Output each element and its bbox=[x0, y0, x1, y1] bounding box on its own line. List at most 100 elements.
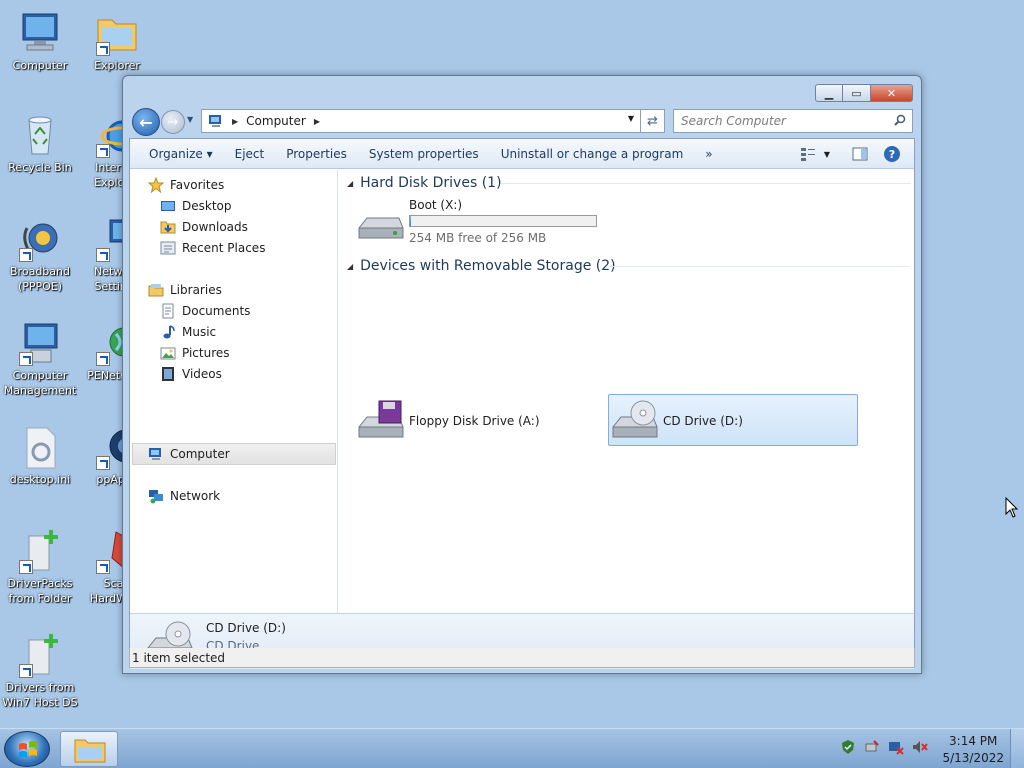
details-name: CD Drive (D:) bbox=[206, 621, 286, 635]
group-divider bbox=[501, 183, 911, 184]
drive-cd[interactable]: CD Drive (D:) bbox=[609, 399, 743, 443]
organize-button[interactable]: Organize ▾ bbox=[138, 147, 224, 161]
command-bar: Organize ▾ Eject Properties System prope… bbox=[130, 139, 914, 169]
driverpacks-icon bbox=[17, 528, 63, 574]
collapse-triangle-icon[interactable]: ◢ bbox=[347, 262, 353, 271]
cd-drive-icon bbox=[609, 399, 659, 443]
desktop-icon-label: desktop.ini bbox=[9, 473, 71, 486]
help-button[interactable]: ? bbox=[884, 146, 900, 162]
back-button[interactable]: ← bbox=[132, 108, 160, 136]
search-input[interactable]: Search Computer bbox=[673, 109, 913, 133]
nav-label: Network bbox=[170, 489, 221, 503]
nav-item-network[interactable]: Network bbox=[148, 486, 220, 506]
desktop-icon-drivers-win7[interactable]: Drivers from Win7 Host DS bbox=[0, 632, 80, 710]
computer-management-icon bbox=[17, 320, 63, 366]
folder-icon bbox=[94, 10, 140, 56]
uninstall-program-button[interactable]: Uninstall or change a program bbox=[490, 147, 695, 161]
drive-boot[interactable]: Boot (X:) 254 MB free of 256 MB bbox=[355, 198, 597, 245]
desktop-icon-label: Computer bbox=[12, 59, 68, 72]
drive-name: CD Drive (D:) bbox=[663, 414, 743, 428]
desktop-icon-desktop-ini[interactable]: desktop.ini bbox=[0, 424, 80, 487]
nav-item-downloads[interactable]: Downloads bbox=[160, 217, 248, 237]
more-commands-button[interactable]: » bbox=[694, 147, 723, 161]
view-options-icon[interactable] bbox=[800, 146, 816, 162]
breadcrumb-separator-icon[interactable]: ▶ bbox=[314, 117, 320, 126]
preview-pane-icon[interactable] bbox=[852, 146, 868, 162]
security-shield-icon[interactable] bbox=[840, 739, 856, 755]
capacity-bar bbox=[409, 215, 597, 227]
nav-label: Downloads bbox=[182, 220, 248, 234]
nav-item-libraries[interactable]: Libraries bbox=[148, 280, 222, 300]
refresh-button[interactable]: ⇄ bbox=[641, 109, 665, 133]
nav-item-music[interactable]: Music bbox=[160, 322, 216, 342]
forward-button[interactable]: → bbox=[161, 110, 185, 134]
nav-item-recent-places[interactable]: Recent Places bbox=[160, 238, 265, 258]
search-placeholder: Search Computer bbox=[681, 114, 786, 128]
drive-name: Boot (X:) bbox=[409, 198, 463, 212]
status-bar: 1 item selected bbox=[129, 648, 915, 668]
hard-drive-icon bbox=[355, 200, 405, 244]
desktop-icon-broadband[interactable]: Broadband (PPPOE) bbox=[0, 216, 80, 294]
recycle-bin-icon bbox=[17, 112, 63, 158]
address-bar[interactable]: ▶ Computer ▶ ▼ bbox=[201, 109, 641, 133]
music-icon bbox=[160, 324, 176, 340]
show-desktop-button[interactable] bbox=[1010, 729, 1024, 768]
properties-button[interactable]: Properties bbox=[275, 147, 358, 161]
group-title: Hard Disk Drives (1) bbox=[360, 175, 502, 191]
system-properties-button[interactable]: System properties bbox=[358, 147, 490, 161]
nav-item-videos[interactable]: Videos bbox=[160, 364, 222, 384]
breadcrumb-computer[interactable]: Computer bbox=[246, 114, 306, 128]
search-icon[interactable] bbox=[894, 114, 906, 126]
group-title: Devices with Removable Storage (2) bbox=[360, 258, 616, 274]
capacity-bar-fill bbox=[410, 216, 412, 226]
explorer-window[interactable]: ▁ ▭ ✕ ← → ▼ ▶ Computer ▶ ▼ ⇄ Search Comp… bbox=[122, 75, 922, 674]
eject-button[interactable]: Eject bbox=[224, 147, 276, 161]
desktop-icon-label: Computer Management bbox=[3, 369, 77, 397]
volume-muted-icon[interactable] bbox=[912, 739, 928, 755]
group-header-hard-disk[interactable]: ◢ Hard Disk Drives (1) bbox=[347, 175, 502, 191]
nav-item-favorites[interactable]: Favorites bbox=[147, 175, 224, 195]
desktop-icon-label: Broadband (PPPOE) bbox=[10, 265, 70, 293]
desktop-icon-label: DriverPacks from Folder bbox=[7, 577, 73, 605]
recent-pages-dropdown[interactable]: ▼ bbox=[187, 115, 193, 124]
breadcrumb-separator-icon[interactable]: ▶ bbox=[232, 117, 238, 126]
libraries-icon bbox=[148, 282, 164, 298]
nav-item-pictures[interactable]: Pictures bbox=[160, 343, 230, 363]
folder-icon bbox=[74, 739, 106, 763]
network-disconnected-icon[interactable] bbox=[888, 739, 904, 755]
desktop-icon-computer-management[interactable]: Computer Management bbox=[0, 320, 80, 398]
view-dropdown-icon[interactable]: ▼ bbox=[824, 150, 830, 159]
main-pane: ◢ Hard Disk Drives (1) Boot (X:) 254 MB … bbox=[339, 170, 914, 613]
taskbar-explorer-button[interactable] bbox=[60, 731, 118, 767]
clock[interactable]: 3:14 PM 5/13/2022 bbox=[942, 733, 1004, 767]
maximize-button[interactable]: ▭ bbox=[843, 84, 871, 102]
nav-item-computer[interactable]: Computer bbox=[148, 444, 230, 464]
nav-label: Desktop bbox=[182, 199, 232, 213]
nav-label: Music bbox=[182, 325, 217, 339]
nav-item-documents[interactable]: Documents bbox=[160, 301, 250, 321]
minimize-button[interactable]: ▁ bbox=[815, 84, 843, 102]
nav-item-desktop[interactable]: Desktop bbox=[160, 196, 232, 216]
clock-date: 5/13/2022 bbox=[942, 751, 1004, 765]
group-header-removable[interactable]: ◢ Devices with Removable Storage (2) bbox=[347, 258, 616, 274]
nav-label: Documents bbox=[182, 304, 251, 318]
start-button[interactable] bbox=[4, 731, 50, 767]
system-tray bbox=[832, 739, 928, 755]
nav-label: Libraries bbox=[170, 283, 222, 297]
back-arrow-icon: ← bbox=[139, 112, 153, 132]
windows-logo-icon bbox=[19, 741, 37, 758]
downloads-folder-icon bbox=[160, 219, 176, 235]
drive-name: Floppy Disk Drive (A:) bbox=[409, 414, 540, 428]
desktop-icon-driverpacks[interactable]: DriverPacks from Folder bbox=[0, 528, 80, 606]
desktop-icon-computer[interactable]: Computer bbox=[0, 10, 80, 73]
address-row: ← → ▼ ▶ Computer ▶ ▼ ⇄ Search Computer bbox=[129, 106, 913, 136]
recent-places-icon bbox=[160, 240, 176, 256]
close-button[interactable]: ✕ bbox=[871, 84, 913, 102]
desktop-icon-explorer[interactable]: Explorer bbox=[77, 10, 157, 73]
collapse-triangle-icon[interactable]: ◢ bbox=[347, 179, 353, 188]
address-dropdown-icon[interactable]: ▼ bbox=[628, 114, 634, 123]
network-icon bbox=[148, 488, 164, 504]
drive-floppy[interactable]: Floppy Disk Drive (A:) bbox=[355, 399, 540, 443]
desktop-icon-recycle-bin[interactable]: Recycle Bin bbox=[0, 112, 80, 175]
safely-remove-hardware-icon[interactable] bbox=[864, 739, 880, 755]
